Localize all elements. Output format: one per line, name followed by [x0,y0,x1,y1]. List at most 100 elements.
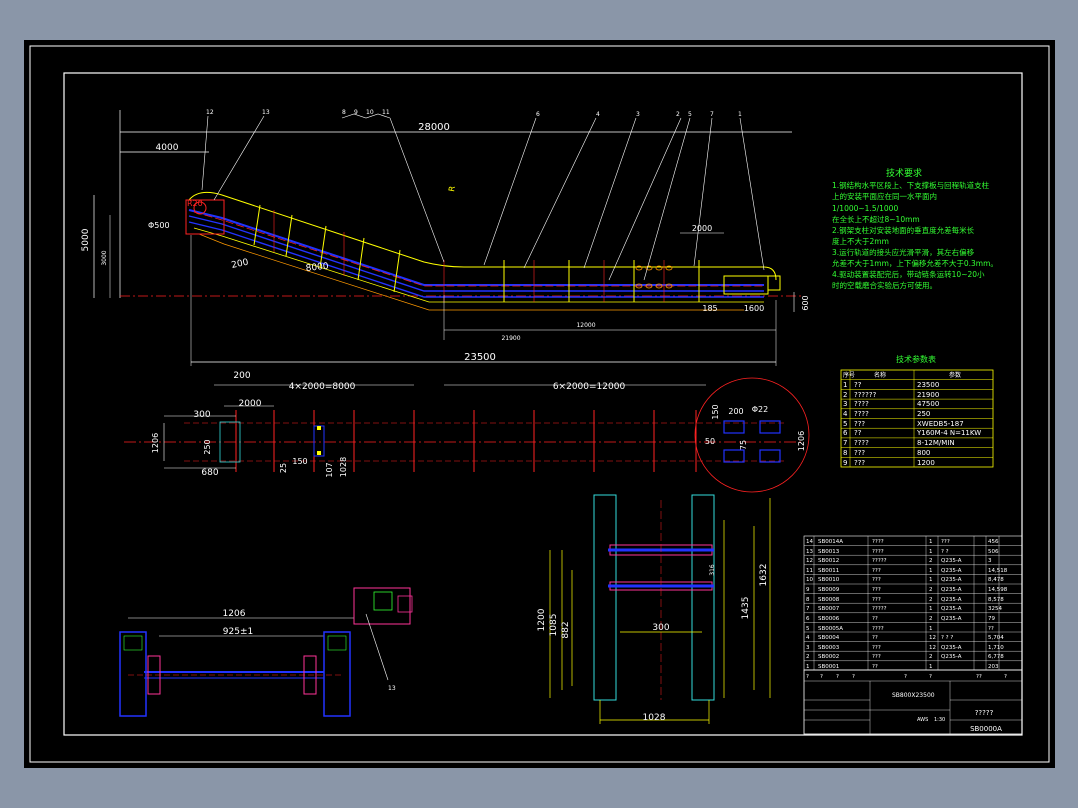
plan-dim-250: 250 [203,439,212,454]
part-name: ???? [872,549,884,555]
part-material: Q235-A [941,645,962,651]
param-table-title: 技术参数表 [896,354,936,364]
dim-right-600: 600 [801,295,810,310]
part-weight: ?? [988,626,994,632]
plan-dim-680: 680 [201,468,218,478]
part-weight: 203 [988,664,999,670]
elevation-view: 28000 4000 5000 3000 Φ500 R20 200 8000 R… [81,109,810,366]
param-row-value: 1200 [917,459,935,467]
part-name: ?? [872,664,878,670]
param-row-no: 1 [843,381,847,389]
balloon-8: 8 [342,109,346,116]
dim-right-185: 185 [702,304,717,313]
param-row-no: 2 [843,391,847,399]
section-dim-882: 882 [561,621,571,638]
dim-right-2000: 2000 [692,224,712,233]
balloon-10: 10 [366,109,374,116]
dim-slope-8000: 8000 [305,262,329,274]
dim-total-top: 28000 [418,122,450,133]
part-qty: 2 [929,654,933,660]
detail-dim-phi22: Φ22 [752,405,768,414]
part-material: ? ? ? [941,635,953,641]
part-qty: 1 [929,606,933,612]
dim-bottom-21900: 21900 [501,335,520,342]
dim-diameter: Φ500 [148,221,170,230]
part-no: 3 [806,645,810,651]
balloon-12: 12 [206,109,214,116]
part-material: Q235-A [941,654,962,660]
part-code: SB0007 [818,606,840,612]
part-qty: 1 [929,577,933,583]
part-weight: 456 [988,539,999,545]
part-name: ??? [872,577,881,583]
section-view: 1632 1435 316 1200 1085 882 300 1028 [537,494,771,724]
section-dim-1632: 1632 [759,564,769,587]
dim-height-inner: 3000 [101,250,108,265]
param-row-name: ??? [854,459,865,467]
plan-dim-300: 300 [193,410,210,420]
plan-dim-150: 150 [292,457,307,466]
part-qty: 1 [929,568,933,574]
part-name: ???? [872,539,884,545]
tech-req-line: 在全长上不超过8~10mm [832,214,920,224]
section-dim-1435: 1435 [741,597,751,620]
part-material: Q235-A [941,597,962,603]
detail-dim-200: 200 [728,407,743,416]
viewport: 28000 4000 5000 3000 Φ500 R20 200 8000 R… [0,0,1078,808]
parameter-table: 技术参数表 序号 名称 参数 1 ?? 23500 2 ?????? 21900… [840,354,994,468]
dim-right-1600: 1600 [744,304,764,313]
radius-label: R [447,185,457,192]
part-no: 4 [806,635,810,641]
part-name: ??? [872,587,881,593]
plan-dim-2000: 2000 [239,399,262,409]
part-code: SB0008 [818,597,840,603]
plan-dim-107: 107 [325,462,334,477]
part-weight: 1,710 [988,645,1004,651]
part-code: SB0002 [818,654,839,660]
param-header-no: 序号 [843,371,855,379]
part-code: SB0003 [818,645,840,651]
param-row-value: Y160M-4 N=11KW [916,429,981,437]
tech-req-title: 技术要求 [886,167,922,179]
part-no: 2 [806,654,810,660]
outer-border [29,45,1050,763]
part-material: Q235-A [941,577,962,583]
part-weight: 3 [988,558,992,564]
part-qty: 1 [929,549,933,555]
parts-header: ? [820,674,823,680]
param-row-name: ???? [854,439,869,447]
part-code: SB0012 [818,558,839,564]
part-weight: 8,578 [988,597,1004,603]
parts-header: ? [852,674,855,680]
technical-requirements: 技术要求 1.钢结构水平区段上、下支撑板与回程轨道支柱 上的安装平面应在同一水平… [832,167,998,290]
plan-dim-25: 25 [279,463,288,473]
part-qty: 1 [929,664,933,670]
part-weight: 3254 [988,606,1002,612]
drawing-number: SB0000A [970,725,1002,733]
drive-dim-1206: 1206 [223,609,246,619]
part-material: Q235-A [941,606,962,612]
part-no: 9 [806,587,810,593]
param-row-no: 8 [843,449,847,457]
part-name: ??? [872,645,881,651]
part-name: ????? [872,558,887,564]
part-qty: 1 [929,626,933,632]
param-row-value: 800 [917,449,930,457]
cad-drawing-canvas[interactable]: 28000 4000 5000 3000 Φ500 R20 200 8000 R… [24,40,1055,768]
drive-dim-925: 925±1 [223,627,253,637]
dim-bottom-12000: 12000 [576,322,595,329]
balloon-6: 6 [536,111,540,118]
parts-header: ? [929,674,932,680]
part-qty: 12 [929,635,936,641]
dim-slope-200: 200 [231,258,250,271]
part-code: SB0011 [818,568,839,574]
section-dim-316: 316 [709,564,716,576]
param-row-name: ??? [854,449,865,457]
part-name: ??? [872,654,881,660]
detail-circle [694,377,810,493]
part-no: 11 [806,568,813,574]
part-no: 13 [806,549,813,555]
part-no: 10 [806,577,813,583]
part-weight: 5,704 [988,635,1004,641]
part-qty: 2 [929,558,933,564]
